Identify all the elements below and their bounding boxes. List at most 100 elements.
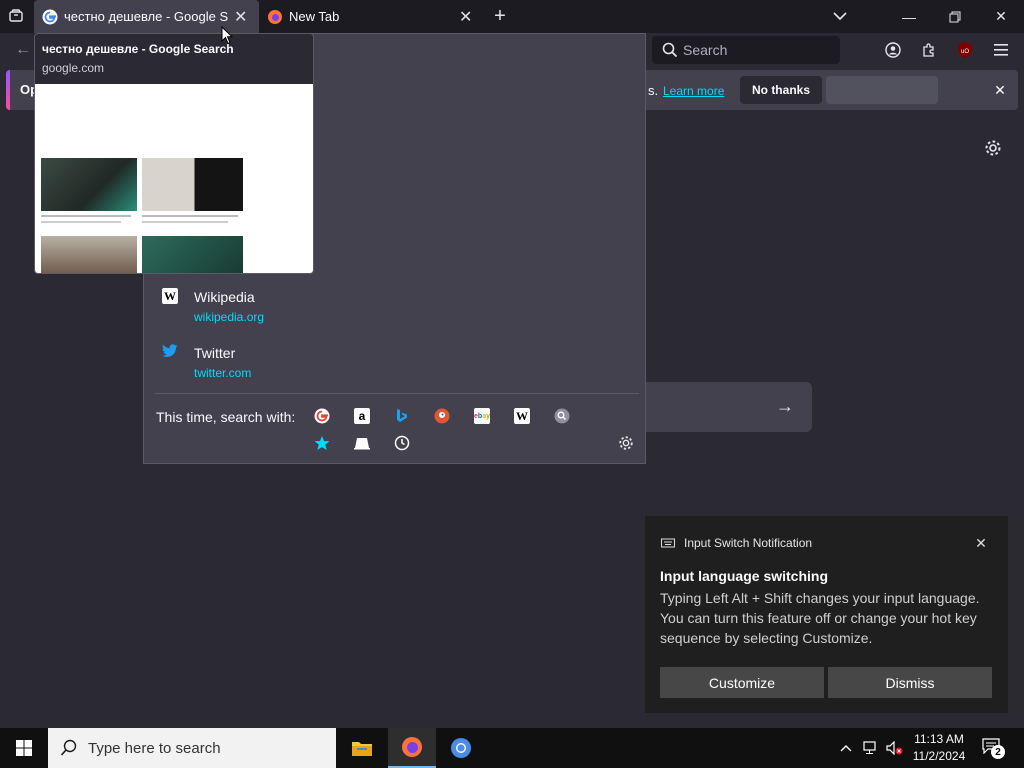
- mode-bookmarks-button[interactable]: [312, 433, 332, 453]
- result-twitter[interactable]: Twitter twitter.com: [154, 338, 634, 386]
- puzzle-icon: [923, 43, 934, 57]
- keyboard-icon: [661, 538, 675, 548]
- file-explorer-taskbar-button[interactable]: [338, 728, 386, 768]
- hamburger-menu-icon: [994, 44, 1008, 56]
- minimize-icon: —: [902, 8, 916, 25]
- close-notification-button[interactable]: ✕: [990, 80, 1010, 100]
- tabs-icon: [354, 438, 370, 450]
- close-window-button[interactable]: ✕: [978, 0, 1024, 33]
- arrow-left-icon: ←: [15, 41, 31, 58]
- preview-title: честно дешевле - Google Search: [42, 42, 234, 56]
- result-url: twitter.com: [194, 366, 252, 380]
- close-icon: ✕: [975, 534, 987, 551]
- toast-app-name: Input Switch Notification: [684, 536, 813, 550]
- new-tab-button[interactable]: +: [488, 4, 512, 28]
- engine-bing-button[interactable]: [392, 406, 412, 426]
- windows-logo-icon: [16, 740, 32, 756]
- chevron-down-icon: [833, 12, 847, 21]
- show-hidden-icons-button[interactable]: [836, 738, 856, 758]
- firefox-favicon-icon: [267, 9, 283, 25]
- mode-tabs-button[interactable]: [352, 433, 372, 453]
- clock[interactable]: 11:13 AM 11/2/2024: [908, 731, 970, 765]
- plus-icon: +: [494, 4, 506, 27]
- newtab-search-box[interactable]: →: [620, 382, 812, 432]
- search-icon: [60, 739, 77, 756]
- result-wikipedia[interactable]: W Wikipedia wikipedia.org: [154, 282, 634, 330]
- customize-button[interactable]: Customize: [660, 667, 824, 698]
- tab-title: честно дешевле - Google Search: [64, 9, 228, 24]
- tab-overview-button[interactable]: [4, 4, 28, 28]
- engine-ebay-button[interactable]: ebay: [472, 406, 492, 426]
- chromium-taskbar-button[interactable]: [437, 728, 485, 768]
- search-bar[interactable]: Search: [652, 36, 840, 64]
- thumb-caption: [41, 215, 131, 217]
- google-favicon-icon: [42, 9, 58, 25]
- notification-text-fragment: s.: [648, 83, 659, 98]
- list-tabs-button[interactable]: [828, 4, 852, 28]
- ublock-origin-icon: uO: [958, 42, 972, 58]
- search-with-label: This time, search with:: [156, 409, 296, 425]
- firefox-taskbar-button[interactable]: [388, 728, 436, 768]
- toast-close-button[interactable]: ✕: [971, 533, 991, 553]
- account-icon: [885, 42, 901, 58]
- taskbar: Type here to search 11:13 AM 11/2/2024 2: [0, 728, 1024, 768]
- result-title: Twitter: [194, 345, 236, 361]
- firefox-icon: [402, 737, 422, 757]
- no-thanks-button[interactable]: No thanks: [740, 76, 822, 104]
- back-button[interactable]: ←: [12, 39, 34, 61]
- network-tray-button[interactable]: [860, 738, 880, 758]
- engine-wikipedia-button[interactable]: W: [512, 406, 532, 426]
- thumb-image: [142, 236, 243, 273]
- menu-button[interactable]: [990, 39, 1012, 61]
- toast-body: Typing Left Alt + Shift changes your inp…: [660, 590, 980, 646]
- volume-tray-button[interactable]: [884, 738, 906, 758]
- action-center-button[interactable]: 2: [980, 736, 1006, 760]
- account-button[interactable]: [882, 39, 904, 61]
- learn-more-link[interactable]: Learn more: [663, 84, 724, 98]
- search-settings-button[interactable]: [616, 433, 636, 453]
- restore-button[interactable]: [932, 0, 978, 33]
- close-icon: ✕: [995, 8, 1007, 24]
- start-button[interactable]: [0, 728, 48, 768]
- newtab-settings-button[interactable]: [982, 137, 1004, 159]
- result-title: Wikipedia: [194, 289, 255, 305]
- close-icon: ✕: [994, 81, 1006, 98]
- thumb-caption: [41, 221, 121, 223]
- search-with-divider: [154, 393, 639, 394]
- folder-icon: [352, 742, 372, 756]
- chromium-icon: [451, 738, 471, 758]
- ebay-icon: ebay: [474, 408, 490, 424]
- result-url: wikipedia.org: [194, 310, 265, 324]
- engine-search-button[interactable]: [552, 406, 572, 426]
- twitter-icon: [162, 344, 178, 357]
- minimize-button[interactable]: —: [886, 0, 932, 33]
- network-icon: [863, 741, 876, 754]
- taskbar-search-placeholder: Type here to search: [88, 739, 221, 757]
- bing-icon: [397, 409, 407, 422]
- notification-count-badge: 2: [991, 745, 1005, 759]
- duckduckgo-icon: [434, 408, 450, 424]
- arrow-right-icon: →: [776, 396, 794, 416]
- list-all-tabs-icon: [9, 9, 23, 22]
- clock-icon: [394, 435, 410, 451]
- tab-new-tab[interactable]: New Tab ✕: [259, 0, 484, 33]
- dismiss-button[interactable]: Dismiss: [828, 667, 992, 698]
- thumb-image: [142, 158, 243, 211]
- ublock-button[interactable]: uO: [954, 39, 976, 61]
- mouse-cursor-icon: [221, 26, 233, 45]
- extensions-button[interactable]: [918, 39, 940, 61]
- mode-history-button[interactable]: [392, 433, 412, 453]
- gear-icon: [985, 140, 1001, 156]
- gear-icon: [619, 436, 633, 450]
- notification-primary-button[interactable]: [826, 76, 938, 104]
- taskbar-search-box[interactable]: Type here to search: [48, 728, 336, 768]
- close-tab-icon[interactable]: ✕: [234, 7, 247, 27]
- close-tab-icon[interactable]: ✕: [459, 7, 472, 27]
- engine-duckduckgo-button[interactable]: [432, 406, 452, 426]
- search-bar-placeholder: Search: [683, 42, 728, 58]
- tab-preview-popup: честно дешевле - Google Search google.co…: [34, 33, 314, 274]
- thumb-caption: [142, 221, 228, 223]
- engine-amazon-button[interactable]: a: [352, 406, 372, 426]
- toast-title: Input language switching: [660, 568, 828, 584]
- engine-google-button[interactable]: [312, 406, 332, 426]
